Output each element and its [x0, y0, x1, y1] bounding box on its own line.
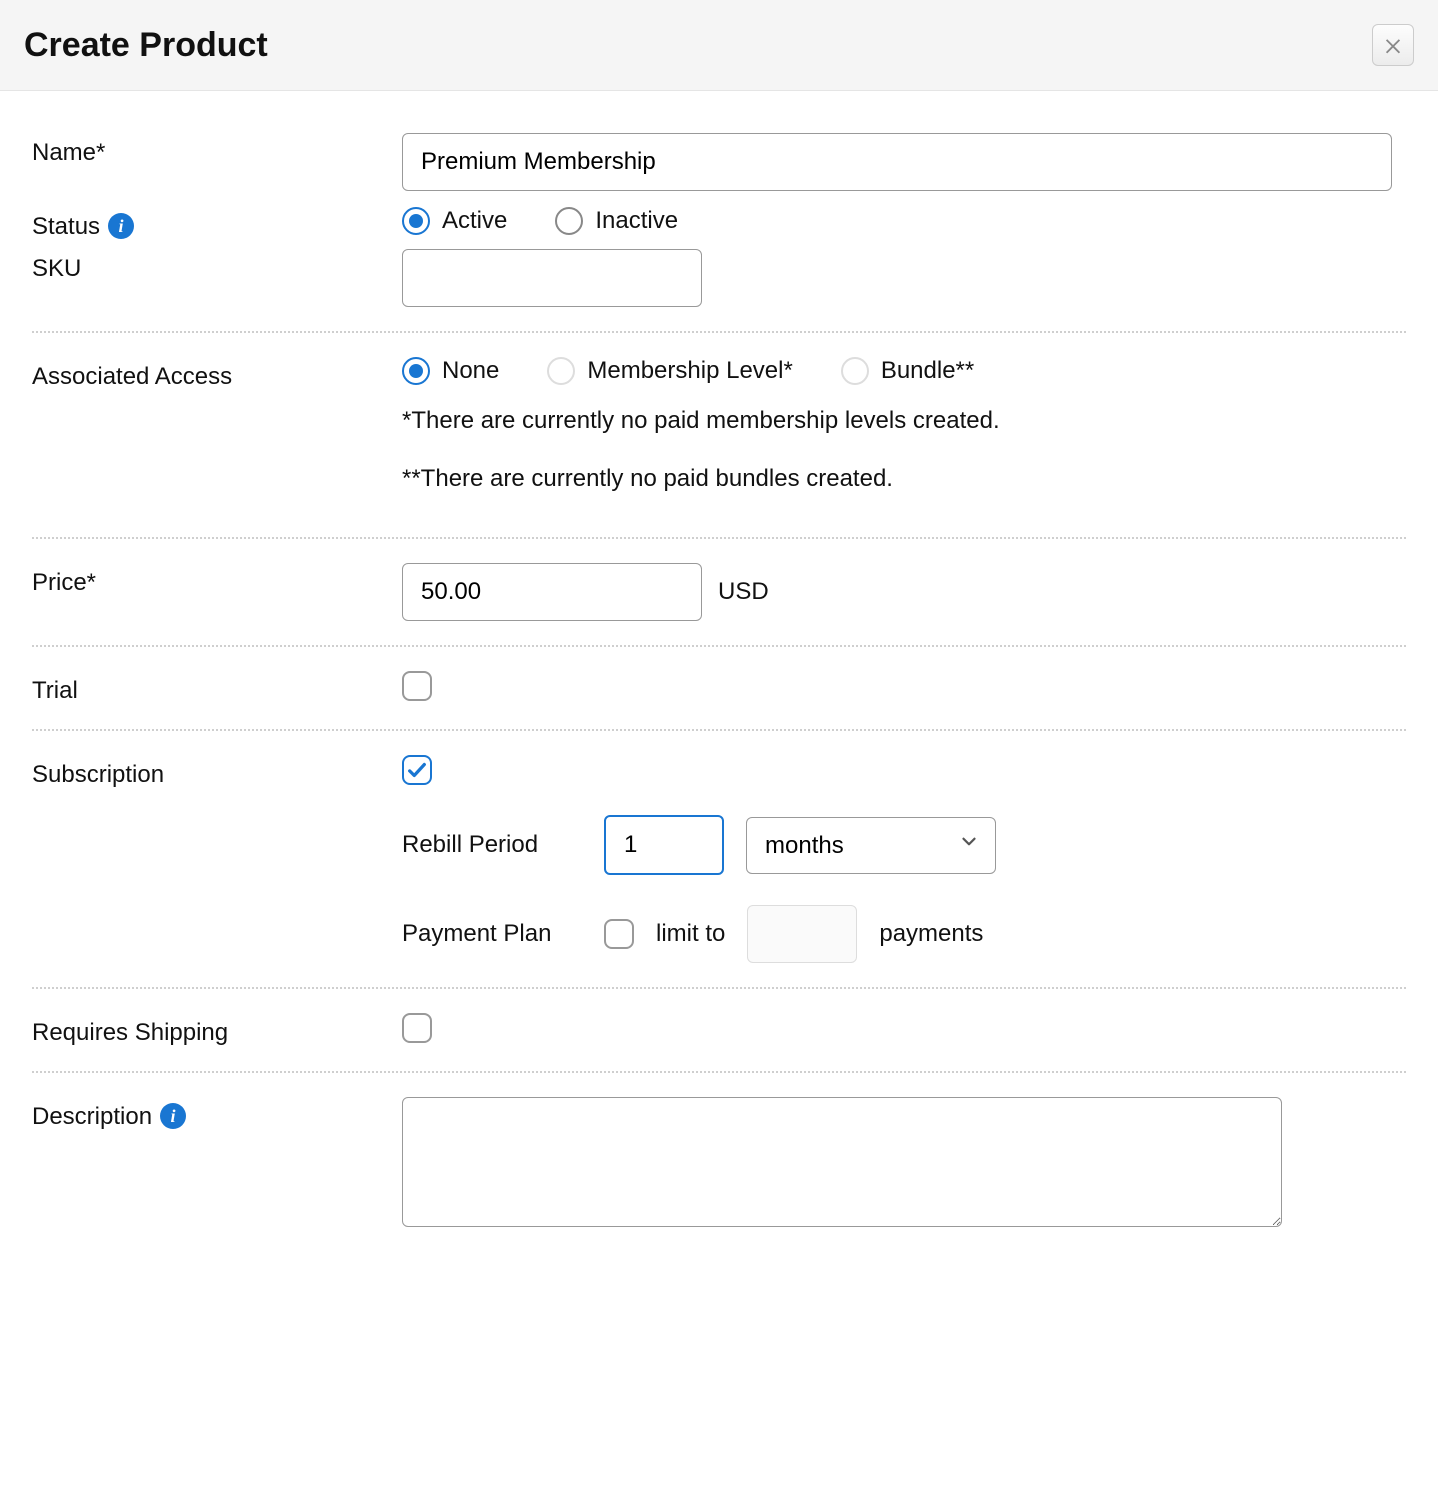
row-payment-plan: Payment Plan limit to payments	[402, 905, 1406, 963]
divider	[32, 645, 1406, 647]
info-icon[interactable]: i	[160, 1103, 186, 1129]
status-option-inactive: Inactive	[595, 207, 678, 235]
label-sku: SKU	[32, 255, 81, 283]
currency-label: USD	[718, 578, 769, 606]
sku-input[interactable]	[402, 249, 702, 307]
create-product-modal: Create Product Name* Status i	[0, 0, 1438, 1268]
label-limit-to: limit to	[656, 920, 725, 948]
row-rebill: Rebill Period months	[402, 815, 1406, 875]
payment-limit-input[interactable]	[747, 905, 857, 963]
label-name: Name*	[32, 139, 105, 167]
price-input[interactable]	[402, 563, 702, 621]
label-payments: payments	[879, 920, 983, 948]
divider	[32, 537, 1406, 539]
shipping-checkbox[interactable]	[402, 1013, 432, 1043]
row-name: Name*	[32, 119, 1406, 205]
name-input[interactable]	[402, 133, 1392, 191]
label-status: Status	[32, 213, 100, 241]
modal-title: Create Product	[24, 26, 268, 65]
label-associated-access: Associated Access	[32, 363, 232, 391]
label-rebill: Rebill Period	[402, 831, 582, 859]
row-trial: Trial	[32, 657, 1406, 719]
divider	[32, 1071, 1406, 1073]
check-icon	[406, 759, 428, 781]
label-description: Description	[32, 1103, 152, 1131]
description-textarea[interactable]	[402, 1097, 1282, 1227]
divider	[32, 729, 1406, 731]
row-subscription: Subscription Rebill Period months	[32, 741, 1406, 977]
payment-plan-checkbox[interactable]	[604, 919, 634, 949]
row-sku: SKU	[32, 243, 1406, 321]
access-radio-bundle[interactable]	[841, 357, 869, 385]
status-radio-inactive[interactable]	[555, 207, 583, 235]
status-radio-active[interactable]	[402, 207, 430, 235]
access-radio-membership[interactable]	[547, 357, 575, 385]
modal-header: Create Product	[0, 0, 1438, 91]
close-icon	[1382, 34, 1404, 56]
label-trial: Trial	[32, 677, 78, 705]
subscription-checkbox[interactable]	[402, 755, 432, 785]
access-radio-none[interactable]	[402, 357, 430, 385]
row-status: Status i Active Inactive	[32, 205, 1406, 243]
row-shipping: Requires Shipping	[32, 999, 1406, 1061]
divider	[32, 331, 1406, 333]
access-option-membership: Membership Level*	[587, 357, 792, 385]
row-price: Price* USD	[32, 549, 1406, 635]
label-price: Price*	[32, 569, 96, 597]
modal-body: Name* Status i Active Ina	[0, 91, 1438, 1268]
rebill-count-input[interactable]	[604, 815, 724, 875]
note-bundle: **There are currently no paid bundles cr…	[402, 465, 1406, 493]
status-option-active: Active	[442, 207, 507, 235]
note-membership: *There are currently no paid membership …	[402, 407, 1406, 435]
close-button[interactable]	[1372, 24, 1414, 66]
rebill-unit-select[interactable]: months	[746, 817, 996, 874]
row-description: Description i	[32, 1083, 1406, 1248]
access-option-bundle: Bundle**	[881, 357, 974, 385]
row-associated-access: Associated Access None Membership Level*…	[32, 343, 1406, 527]
label-shipping: Requires Shipping	[32, 1019, 228, 1047]
label-payment-plan: Payment Plan	[402, 920, 582, 948]
info-icon[interactable]: i	[108, 213, 134, 239]
access-option-none: None	[442, 357, 499, 385]
divider	[32, 987, 1406, 989]
trial-checkbox[interactable]	[402, 671, 432, 701]
label-subscription: Subscription	[32, 761, 164, 789]
